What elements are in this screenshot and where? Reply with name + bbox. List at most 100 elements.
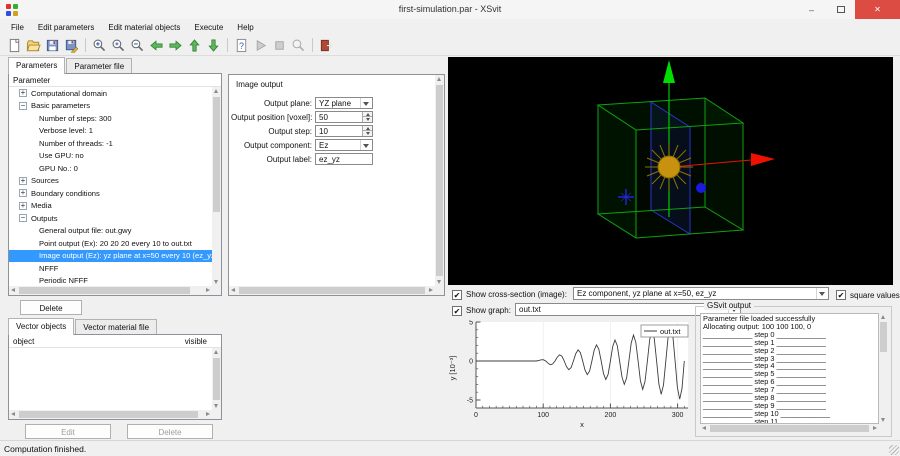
menu-help[interactable]: Help [230,21,260,34]
spin-down-icon[interactable] [362,131,372,136]
output-label-input[interactable]: ez_yz [315,153,373,165]
tree-item-nfff[interactable]: NFFF [9,262,212,275]
tab-vector-material-file[interactable]: Vector material file [75,319,157,335]
titlebar[interactable]: first-simulation.par - XSvit – ✕ [0,0,900,19]
new-button[interactable] [5,36,24,54]
minimize-button[interactable]: – [797,0,826,19]
scroll-up-icon[interactable] [881,315,885,319]
tree-item-use-gpu[interactable]: Use GPU: no [9,150,212,163]
run-button[interactable] [251,36,270,54]
expand-icon[interactable]: + [19,202,27,210]
scroll-down-icon[interactable] [214,404,218,408]
scroll-right-icon[interactable] [206,288,210,292]
delete-vector-button[interactable]: Delete [127,424,213,439]
output-component-combo[interactable]: Ez [315,139,373,151]
scroll-left-icon[interactable] [11,288,15,292]
tree-item-boundary-conditions[interactable]: +Boundary conditions [9,187,212,200]
scroll-up-icon[interactable] [214,350,218,354]
stop-button[interactable] [270,36,289,54]
scrollbar-thumb[interactable] [436,85,443,276]
tree-item-periodic-nfff[interactable]: Periodic NFFF [9,275,212,287]
zoom-reset-button[interactable] [109,36,128,54]
menu-edit-material-objects[interactable]: Edit material objects [101,21,187,34]
show-graph-checkbox[interactable]: ✔ [452,306,462,316]
scroll-left-icon[interactable] [231,288,235,292]
form-horizontal-scrollbar[interactable] [229,286,435,295]
move-right-button[interactable] [166,36,185,54]
tree-item-number-of-steps[interactable]: Number of steps: 300 [9,112,212,125]
scrollbar-thumb[interactable] [880,322,887,352]
tab-parameters[interactable]: Parameters [8,57,65,74]
tab-vector-objects[interactable]: Vector objects [8,318,74,335]
tree-horizontal-scrollbar[interactable] [9,286,212,295]
delete-output-button[interactable]: Delete [20,300,82,315]
output-step-stepper[interactable]: 10 [315,125,373,137]
scrollbar-thumb[interactable] [19,411,198,418]
quit-button[interactable] [317,36,336,54]
scrollbar-thumb[interactable] [213,97,220,212]
3d-scene-view[interactable] [448,57,893,285]
scrollbar-thumb[interactable] [710,425,869,432]
tree-item-media[interactable]: +Media [9,200,212,213]
scroll-down-icon[interactable] [214,280,218,284]
scrollbar-thumb[interactable] [213,358,220,400]
move-left-button[interactable] [147,36,166,54]
resize-grip[interactable] [889,445,899,455]
check-params-button[interactable]: ? [232,36,251,54]
expand-icon[interactable]: + [19,89,27,97]
scroll-right-icon[interactable] [206,412,210,416]
save-as-button[interactable] [62,36,81,54]
collapse-icon[interactable]: − [19,102,27,110]
tree-item-general-output-file[interactable]: General output file: out.gwy [9,225,212,238]
scrollbar-thumb[interactable] [239,287,425,294]
tab-parameter-file[interactable]: Parameter file [66,58,132,74]
maximize-button[interactable] [826,0,855,19]
square-values-checkbox[interactable]: ✔ [836,290,846,300]
tree-item-image-output-ez[interactable]: Image output (Ez): yz plane at x=50 ever… [9,250,212,263]
scroll-right-icon[interactable] [429,288,433,292]
tree-vertical-scrollbar[interactable] [212,87,221,286]
scroll-down-icon[interactable] [437,280,441,284]
tree-item-basic-parameters[interactable]: −Basic parameters [9,100,212,113]
vector-horizontal-scrollbar[interactable] [9,410,212,419]
expand-icon[interactable]: + [19,189,27,197]
cross-section-combo[interactable]: Ez component, yz plane at x=50, ez_yz [573,287,829,300]
scroll-up-icon[interactable] [437,77,441,81]
tree-item-number-of-threads[interactable]: Number of threads: -1 [9,137,212,150]
move-up-button[interactable] [185,36,204,54]
menu-edit-parameters[interactable]: Edit parameters [31,21,101,34]
menu-execute[interactable]: Execute [187,21,230,34]
scroll-down-icon[interactable] [881,418,885,422]
collapse-icon[interactable]: − [19,214,27,222]
tree-item-computational-domain[interactable]: +Computational domain [9,87,212,100]
menu-file[interactable]: File [4,21,31,34]
close-button[interactable]: ✕ [855,0,900,19]
tree-item-verbose-level[interactable]: Verbose level: 1 [9,125,212,138]
log-vertical-scrollbar[interactable] [879,313,888,424]
tree-item-sources[interactable]: +Sources [9,175,212,188]
log-horizontal-scrollbar[interactable] [700,424,879,433]
scroll-right-icon[interactable] [873,426,877,430]
tree-item-outputs[interactable]: −Outputs [9,212,212,225]
scroll-left-icon[interactable] [11,412,15,416]
tree-item-gpu-no[interactable]: GPU No.: 0 [9,162,212,175]
expand-icon[interactable]: + [19,177,27,185]
show-cross-section-checkbox[interactable]: ✔ [452,290,462,300]
save-button[interactable] [43,36,62,54]
vector-vertical-scrollbar[interactable] [212,348,221,410]
output-position-voxel-stepper[interactable]: 50 [315,111,373,123]
output-plane-combo[interactable]: YZ plane [315,97,373,109]
move-down-button[interactable] [204,36,223,54]
point-output-chart[interactable]: 0100200300-505out.txtxy [10⁻³] [448,320,693,437]
form-vertical-scrollbar[interactable] [435,75,444,286]
zoom-in-button[interactable] [90,36,109,54]
gsvit-output-log[interactable]: Parameter file loaded successfullyAlloca… [700,313,879,424]
scrollbar-thumb[interactable] [19,287,190,294]
tree-item-point-output-ex[interactable]: Point output (Ex): 20 20 20 every 10 to … [9,237,212,250]
open-button[interactable] [24,36,43,54]
spin-down-icon[interactable] [362,117,372,122]
preview-button[interactable] [289,36,308,54]
zoom-out-button[interactable] [128,36,147,54]
edit-vector-button[interactable]: Edit [25,424,111,439]
scroll-left-icon[interactable] [702,426,706,430]
